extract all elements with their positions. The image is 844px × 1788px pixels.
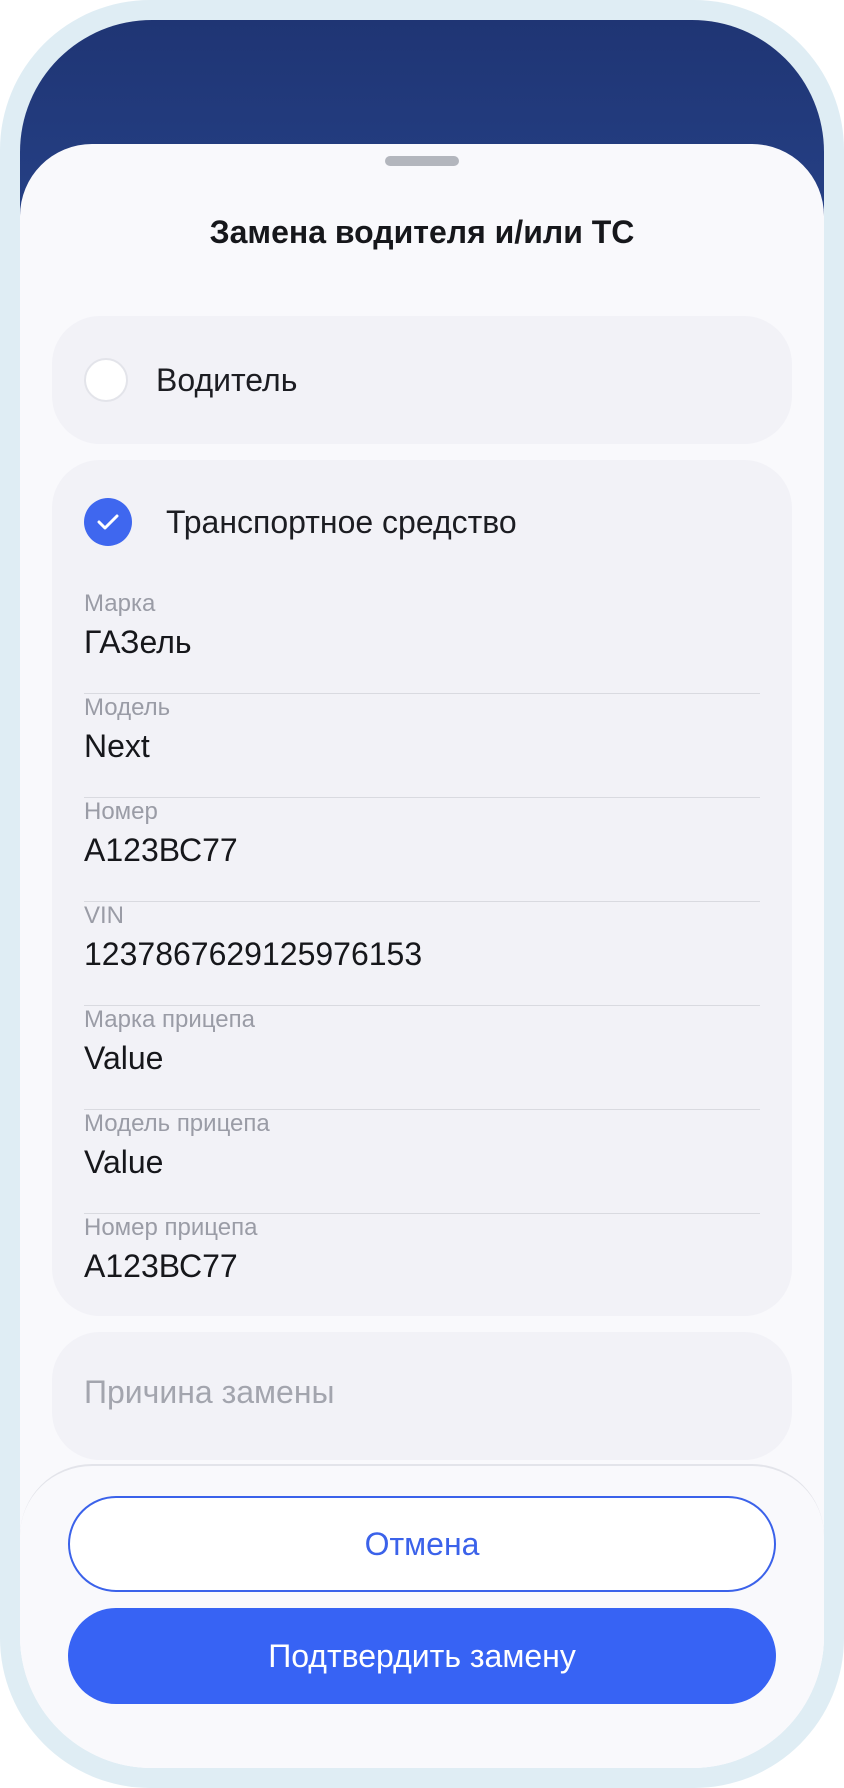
field-number[interactable]: Номер А123ВС77 bbox=[84, 798, 760, 902]
field-value: Value bbox=[84, 1144, 164, 1180]
field-trailer-model[interactable]: Модель прицепа Value bbox=[84, 1110, 760, 1214]
confirm-replacement-button[interactable]: Подтвердить замену bbox=[68, 1608, 776, 1704]
vehicle-fields-list: Марка ГАЗель Модель Next Номер А123ВС77 … bbox=[84, 590, 760, 1318]
field-label: Модель bbox=[84, 694, 171, 721]
field-label: Марка прицепа bbox=[84, 1006, 255, 1033]
vehicle-option-label: Транспортное средство bbox=[166, 503, 517, 540]
sheet-grabber[interactable] bbox=[385, 156, 459, 166]
field-label: Марка bbox=[84, 590, 156, 617]
field-trailer-number[interactable]: Номер прицепа А123ВС77 bbox=[84, 1214, 760, 1318]
reason-input[interactable]: Причина замены bbox=[52, 1332, 792, 1460]
action-footer: Отмена Подтвердить замену bbox=[20, 1464, 824, 1768]
field-value: Next bbox=[84, 728, 150, 764]
phone-frame: Замена водителя и/или ТС Водитель Трансп… bbox=[0, 0, 844, 1788]
field-vin[interactable]: VIN 1237867629125976153 bbox=[84, 902, 760, 1006]
field-label: VIN bbox=[84, 902, 125, 929]
field-label: Номер прицепа bbox=[84, 1214, 258, 1241]
driver-radio-button[interactable] bbox=[84, 358, 128, 402]
driver-option-card[interactable]: Водитель bbox=[52, 316, 792, 444]
field-value: А123ВС77 bbox=[84, 832, 238, 868]
driver-radio-row[interactable]: Водитель bbox=[84, 358, 297, 402]
field-value: Value bbox=[84, 1040, 164, 1076]
field-value: А123ВС77 bbox=[84, 1248, 238, 1284]
field-brand[interactable]: Марка ГАЗель bbox=[84, 590, 760, 694]
driver-option-label: Водитель bbox=[156, 361, 298, 398]
field-label: Модель прицепа bbox=[84, 1110, 270, 1137]
field-value: 1237867629125976153 bbox=[84, 936, 423, 972]
vehicle-option-card[interactable]: Транспортное средство Марка ГАЗель Модел… bbox=[52, 460, 792, 1316]
sheet-title: Замена водителя и/или ТС bbox=[209, 214, 635, 250]
field-value: ГАЗель bbox=[84, 624, 192, 660]
field-label: Номер bbox=[84, 798, 158, 825]
check-icon bbox=[97, 513, 119, 531]
field-trailer-brand[interactable]: Марка прицепа Value bbox=[84, 1006, 760, 1110]
screen: Замена водителя и/или ТС Водитель Трансп… bbox=[20, 20, 824, 1768]
reason-placeholder: Причина замены bbox=[84, 1374, 335, 1410]
vehicle-radio-row[interactable]: Транспортное средство bbox=[84, 498, 517, 546]
cancel-button[interactable]: Отмена bbox=[68, 1496, 776, 1592]
field-model[interactable]: Модель Next bbox=[84, 694, 760, 798]
vehicle-radio-button[interactable] bbox=[84, 498, 132, 546]
